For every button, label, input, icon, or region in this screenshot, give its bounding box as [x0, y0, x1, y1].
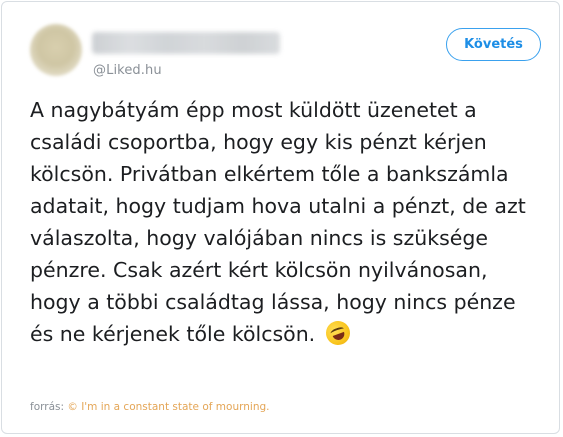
source-link[interactable]: © I'm in a constant state of mourning. [67, 401, 269, 413]
source-line: forrás: © I'm in a constant state of mou… [30, 401, 269, 413]
tweet-card: @Liked.hu Követés A nagybátyám épp most … [1, 1, 560, 434]
source-prefix: forrás: [30, 401, 65, 413]
tweet-text: A nagybátyám épp most küldött üzenetet a… [30, 94, 542, 350]
rolling-on-the-floor-laughing-icon [322, 317, 354, 349]
avatar[interactable] [30, 24, 82, 76]
author-name-blurred[interactable] [92, 32, 280, 54]
tweet-body: A nagybátyám épp most küldött üzenetet a… [30, 98, 526, 346]
follow-button[interactable]: Követés [446, 28, 541, 61]
author-handle[interactable]: @Liked.hu [93, 63, 162, 78]
